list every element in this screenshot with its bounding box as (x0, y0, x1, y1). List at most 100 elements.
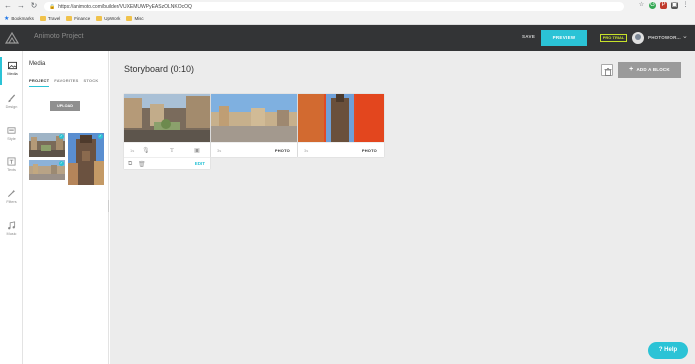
duration-label: 3s (304, 148, 309, 153)
block-image[interactable] (298, 94, 384, 142)
sidebar-item-music[interactable]: Music (0, 217, 23, 245)
folder-icon (126, 16, 133, 21)
image-icon[interactable]: ▣ (194, 147, 200, 154)
extension-icon[interactable]: ▣ (671, 2, 678, 9)
sidebar-item-label: Music (6, 232, 17, 236)
media-icon (8, 61, 17, 70)
plus-icon: + (629, 66, 634, 73)
check-icon: ✓ (59, 161, 64, 166)
sidebar-item-texts[interactable]: Texts (0, 153, 23, 181)
add-block-button[interactable]: + ADD A BLOCK (618, 62, 681, 78)
block-toolbar: 1s 🎙 T ▣ (124, 142, 210, 157)
user-menu-label[interactable]: PHOTOWOR... (648, 35, 681, 40)
sidebar-item-label: Media (7, 72, 18, 76)
sidebar-item-design[interactable]: Design (0, 90, 23, 118)
photo-image (211, 94, 297, 142)
app-header: Animoto Project SAVE PREVIEW PRO TRIAL P… (0, 25, 695, 51)
tab-favorites[interactable]: FAVORITES (54, 78, 78, 87)
animoto-logo-icon[interactable] (5, 32, 19, 44)
menu-icon[interactable]: ⋮ (682, 2, 689, 9)
bookmark-item[interactable]: ★ Bookmarks (4, 15, 34, 22)
block-type-label: PHOTO (361, 148, 377, 153)
save-button[interactable]: SAVE (522, 34, 535, 39)
block-actions: 🎙 T ▣ (124, 143, 210, 158)
bookmark-item[interactable]: UpWork (96, 16, 120, 21)
storyboard-area: Storyboard (0:10) +ADD A BLOCK 1s 🎙 T ▣ (110, 51, 695, 364)
upload-button[interactable]: UPLOAD (50, 101, 80, 111)
pro-trial-badge[interactable]: PRO TRIAL (600, 34, 627, 42)
tool-sidebar: Media Design Style Texts Filters Music (0, 51, 23, 364)
page-title: Storyboard (0:10) (124, 64, 195, 74)
extension-icon[interactable]: P (660, 2, 667, 9)
browser-chrome: ← → ↻ 🔒 https://animoto.com/builder/VUXE… (0, 0, 695, 25)
help-button[interactable]: ? Help (648, 342, 688, 359)
bookmarks-bar: ★ Bookmarks Travel Finance UpWork Misc (0, 13, 695, 24)
bookmark-item[interactable]: Misc (126, 16, 144, 21)
microphone-icon[interactable]: 🎙 (142, 147, 150, 154)
user-icon (635, 34, 641, 40)
extension-icon[interactable]: G (649, 2, 656, 9)
sidebar-item-label: Texts (7, 168, 16, 172)
chevron-down-icon[interactable]: ⌄ (682, 32, 688, 40)
panel-title: Media (29, 61, 46, 67)
address-bar[interactable]: 🔒 https://animoto.com/builder/VUXEMUWPyE… (44, 2, 624, 11)
storyboard-block[interactable]: 3s PHOTO (211, 94, 297, 157)
text-icon[interactable]: T (170, 148, 174, 154)
sidebar-item-style[interactable]: Style (0, 122, 23, 150)
preview-button[interactable]: PREVIEW (541, 30, 587, 46)
duplicate-icon[interactable]: ⧉ (128, 161, 132, 168)
edit-button[interactable]: EDIT (195, 161, 205, 166)
wand-icon (7, 189, 16, 198)
block-footer: ⧉ 🗑 EDIT (124, 157, 210, 169)
style-icon (7, 127, 16, 134)
brush-icon (8, 94, 16, 103)
bookmark-item[interactable]: Finance (66, 16, 90, 21)
block-toolbar: 3s PHOTO (211, 142, 297, 157)
music-icon (8, 221, 16, 230)
sidebar-item-filters[interactable]: Filters (0, 185, 23, 213)
help-icon: ? (658, 347, 663, 353)
trash-icon (604, 68, 612, 76)
forward-icon[interactable]: → (16, 1, 26, 11)
folder-icon (66, 16, 73, 21)
delete-button[interactable] (601, 64, 613, 76)
media-thumbnail[interactable]: ✓ (68, 133, 104, 185)
folder-icon (39, 16, 46, 21)
media-thumbnail[interactable]: ✓ (29, 160, 65, 180)
text-icon (7, 157, 16, 166)
sidebar-item-media[interactable]: Media (0, 57, 23, 85)
lock-icon: 🔒 (49, 3, 56, 10)
media-panel: Media PROJECT FAVORITES STOCK UPLOAD ✓ ✓… (23, 51, 109, 364)
star-icon: ★ (4, 16, 10, 22)
storyboard-block[interactable]: 1s 🎙 T ▣ ⧉ 🗑 EDIT (124, 94, 210, 169)
check-icon: ✓ (98, 134, 103, 139)
storyboard-block[interactable]: 3s PHOTO (298, 94, 384, 157)
sidebar-item-label: Design (5, 105, 18, 109)
check-icon: ✓ (59, 134, 64, 139)
trash-icon[interactable]: 🗑 (138, 161, 146, 168)
media-thumbnails: ✓ ✓ ✓ (29, 131, 109, 191)
folder-icon (96, 16, 103, 21)
sidebar-item-label: Filters (6, 200, 17, 204)
project-title[interactable]: Animoto Project (34, 33, 83, 40)
photo-image (298, 94, 384, 142)
bookmark-star-icon[interactable]: ☆ (638, 2, 645, 9)
block-type-label: PHOTO (274, 148, 290, 153)
block-image[interactable] (211, 94, 297, 142)
panel-tabs: PROJECT FAVORITES STOCK (29, 78, 98, 87)
tab-stock[interactable]: STOCK (83, 78, 98, 87)
photo-thumbnail-image (68, 133, 104, 185)
duration-label: 3s (217, 148, 222, 153)
avatar[interactable] (632, 32, 644, 44)
extension-icons: ☆ G P ▣ ⋮ (638, 2, 689, 9)
reload-icon[interactable]: ↻ (29, 1, 39, 11)
back-icon[interactable]: ← (3, 1, 13, 11)
photo-image (124, 94, 210, 142)
sidebar-item-label: Style (7, 137, 16, 141)
block-image[interactable] (124, 94, 210, 142)
media-thumbnail[interactable]: ✓ (29, 133, 65, 157)
block-toolbar: 3s PHOTO (298, 142, 384, 157)
tab-project[interactable]: PROJECT (29, 78, 50, 87)
bookmark-item[interactable]: Travel (39, 16, 60, 21)
url-text: https://animoto.com/builder/VUXEMUWPyEAS… (58, 3, 192, 10)
